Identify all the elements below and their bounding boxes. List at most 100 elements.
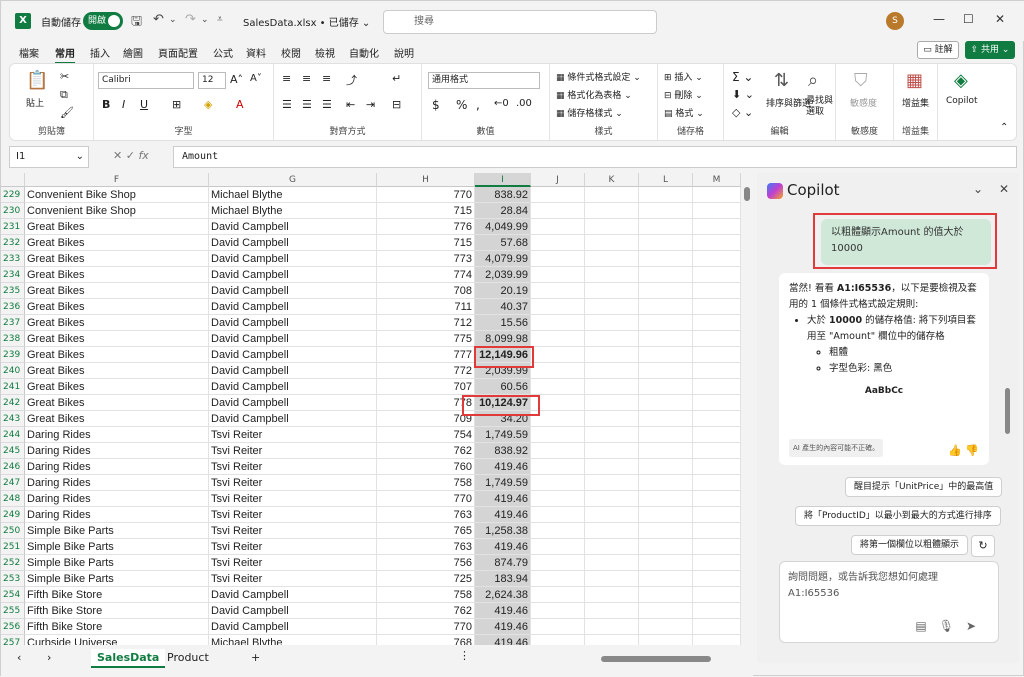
sort-filter-icon[interactable]: ⇅	[774, 70, 789, 91]
cell-empty[interactable]	[531, 363, 585, 379]
next-sheet-icon[interactable]: ›	[41, 649, 57, 666]
cell-salesperson[interactable]: Michael Blythe	[209, 187, 377, 203]
cell-amount[interactable]: 8,099.98	[475, 331, 531, 347]
cell-empty[interactable]	[693, 411, 741, 427]
cell-empty[interactable]	[531, 635, 585, 645]
cell-empty[interactable]	[585, 219, 639, 235]
cell-empty[interactable]	[585, 491, 639, 507]
cell-amount[interactable]: 28.84	[475, 203, 531, 219]
cell-empty[interactable]	[639, 315, 693, 331]
cell-empty[interactable]	[585, 267, 639, 283]
copilot-scrollbar[interactable]	[1005, 388, 1010, 434]
row-header[interactable]: 234	[1, 267, 25, 283]
cell-amount[interactable]: 419.46	[475, 491, 531, 507]
cell-empty[interactable]	[531, 507, 585, 523]
cell-salesperson[interactable]: Tsvi Reiter	[209, 571, 377, 587]
cell-empty[interactable]	[639, 283, 693, 299]
cell-amount[interactable]: 57.68	[475, 235, 531, 251]
grow-font-icon[interactable]: A˄	[230, 73, 243, 86]
cell-productid[interactable]: 708	[377, 283, 475, 299]
row-header[interactable]: 254	[1, 587, 25, 603]
cell-empty[interactable]	[585, 427, 639, 443]
cell-productid[interactable]: 712	[377, 315, 475, 331]
maximize-icon[interactable]: ☐	[963, 12, 974, 26]
cell-amount[interactable]: 1,749.59	[475, 427, 531, 443]
cell-empty[interactable]	[693, 331, 741, 347]
cell-salesperson[interactable]: David Campbell	[209, 603, 377, 619]
cell-amount[interactable]: 2,624.38	[475, 587, 531, 603]
thumbs-up-icon[interactable]: 👍	[948, 444, 962, 457]
autosum-icon[interactable]: Σ ⌄	[732, 70, 753, 84]
cell-productid[interactable]: 776	[377, 219, 475, 235]
cell-empty[interactable]	[693, 267, 741, 283]
font-name-select[interactable]: Calibri	[98, 72, 194, 89]
cell-empty[interactable]	[639, 427, 693, 443]
row-header[interactable]: 245	[1, 443, 25, 459]
row-header[interactable]: 255	[1, 603, 25, 619]
column-header-m[interactable]: M	[693, 173, 741, 187]
cell-empty[interactable]	[531, 459, 585, 475]
cell-customer[interactable]: Convenient Bike Shop	[25, 203, 209, 219]
cell-empty[interactable]	[639, 539, 693, 555]
row-header[interactable]: 244	[1, 427, 25, 443]
sheet-tab-salesdata[interactable]: SalesData	[91, 649, 166, 668]
copy-icon[interactable]: ⧉	[60, 88, 68, 102]
cell-customer[interactable]: Great Bikes	[25, 219, 209, 235]
cell-empty[interactable]	[531, 523, 585, 539]
row-header[interactable]: 229	[1, 187, 25, 203]
suggestion-sort-productid[interactable]: 將「ProductID」以最小到最大的方式進行排序	[795, 506, 1001, 526]
cell-empty[interactable]	[531, 475, 585, 491]
select-all-corner[interactable]	[1, 173, 25, 187]
cell-amount[interactable]: 4,049.99	[475, 219, 531, 235]
grid-scroll-thumb[interactable]	[744, 187, 750, 201]
cell-empty[interactable]	[693, 427, 741, 443]
cell-customer[interactable]: Convenient Bike Shop	[25, 187, 209, 203]
cell-productid[interactable]: 772	[377, 363, 475, 379]
refresh-suggestions-icon[interactable]: ↻	[971, 535, 995, 557]
cell-customer[interactable]: Daring Rides	[25, 427, 209, 443]
comma-style-icon[interactable]: ,	[476, 98, 480, 112]
microphone-icon[interactable]: 🎙	[939, 619, 966, 633]
increase-indent-icon[interactable]: ⇥	[366, 98, 375, 111]
cell-customer[interactable]: Great Bikes	[25, 315, 209, 331]
row-header[interactable]: 241	[1, 379, 25, 395]
cell-empty[interactable]	[585, 443, 639, 459]
column-header-j[interactable]: J	[531, 173, 585, 187]
file-name[interactable]: SalesData.xlsx • 已儲存 ⌄	[243, 14, 370, 29]
grid-vertical-scrollbar[interactable]	[741, 173, 753, 645]
tab-file[interactable]: 檔案	[19, 45, 39, 60]
cell-empty[interactable]	[693, 251, 741, 267]
redo-icon[interactable]: ↷	[185, 12, 196, 27]
copilot-ribbon-button[interactable]: Copilot	[946, 96, 978, 106]
format-as-table-button[interactable]: ▦ 格式化為表格 ⌄	[556, 88, 632, 101]
sensitivity-icon[interactable]: ⛉	[854, 70, 868, 91]
cell-productid[interactable]: 762	[377, 443, 475, 459]
cell-empty[interactable]	[693, 235, 741, 251]
undo-icon[interactable]: ↶	[153, 12, 164, 27]
copilot-ask-input[interactable]: 詢問問題，或告訴我您想如何處理 A1:I65536 ▤🎙➤	[779, 561, 999, 643]
cell-productid[interactable]: 715	[377, 203, 475, 219]
thumbs-down-icon[interactable]: 👎	[965, 444, 979, 457]
cell-customer[interactable]: Great Bikes	[25, 331, 209, 347]
tab-data[interactable]: 資料	[246, 45, 266, 60]
cell-empty[interactable]	[531, 571, 585, 587]
cell-customer[interactable]: Great Bikes	[25, 283, 209, 299]
comments-button[interactable]: ▭ 註解	[917, 41, 959, 59]
cell-salesperson[interactable]: Michael Blythe	[209, 203, 377, 219]
cell-empty[interactable]	[639, 459, 693, 475]
tab-formulas[interactable]: 公式	[213, 45, 233, 60]
decrease-indent-icon[interactable]: ⇤	[346, 98, 355, 111]
fill-color-icon[interactable]: ◈	[204, 98, 212, 111]
cell-empty[interactable]	[693, 635, 741, 645]
cell-empty[interactable]	[639, 299, 693, 315]
save-icon[interactable]: 🖫	[131, 12, 142, 34]
cell-empty[interactable]	[531, 619, 585, 635]
cell-empty[interactable]	[585, 635, 639, 645]
cell-empty[interactable]	[585, 507, 639, 523]
cell-customer[interactable]: Great Bikes	[25, 299, 209, 315]
format-painter-icon[interactable]: 🖌	[60, 106, 74, 119]
cell-salesperson[interactable]: David Campbell	[209, 411, 377, 427]
paste-icon[interactable]: 📋	[26, 70, 48, 91]
row-header[interactable]: 232	[1, 235, 25, 251]
cell-amount[interactable]: 874.79	[475, 555, 531, 571]
